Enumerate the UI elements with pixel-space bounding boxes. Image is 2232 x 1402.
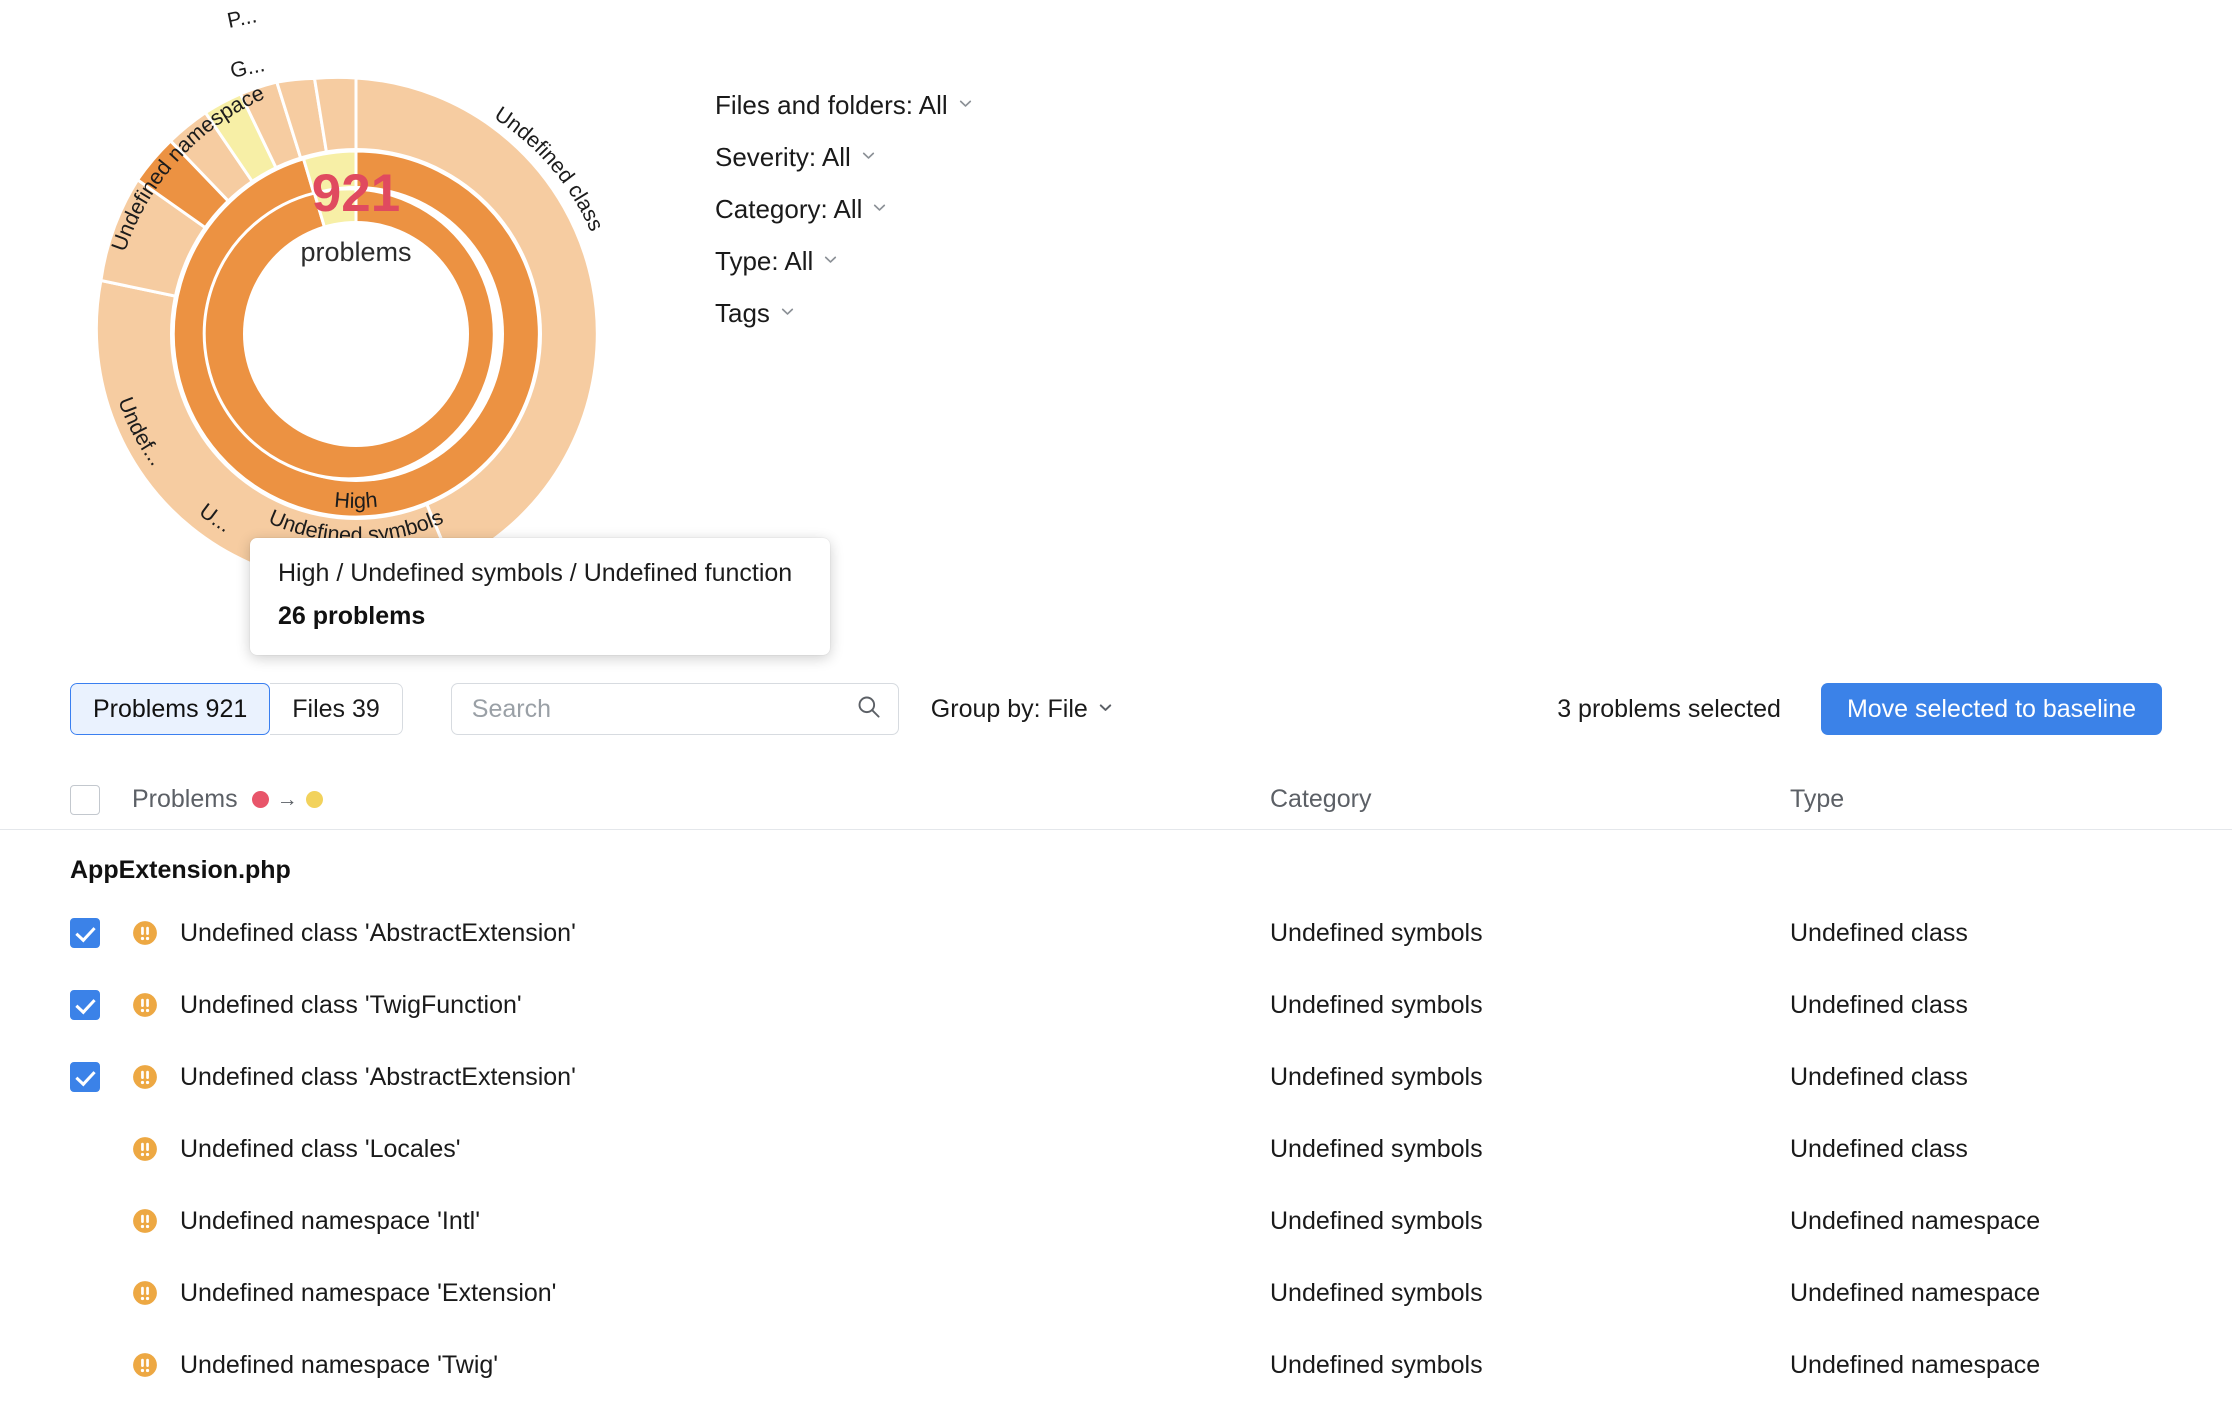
tab-files[interactable]: Files 39 — [270, 683, 403, 735]
results-toolbar: Problems 921 Files 39 Group by: File 3 p… — [0, 676, 2232, 742]
ring-label-phpdoc: P... — [225, 3, 259, 33]
chevron-down-icon — [822, 251, 839, 268]
search-input[interactable] — [470, 694, 855, 725]
row-checkbox-placeholder[interactable] — [70, 1206, 100, 1236]
problem-category: Undefined symbols — [1270, 1063, 1483, 1091]
filter-tags[interactable]: Tags — [715, 298, 796, 329]
problems-table: Problems → Category Type AppExtension.ph… — [0, 770, 2232, 1401]
chevron-down-icon — [1097, 699, 1114, 716]
problem-title: Undefined namespace 'Twig' — [180, 1351, 498, 1380]
chart-tooltip: High / Undefined symbols / Undefined fun… — [250, 538, 830, 655]
ring-label-high: High — [334, 488, 379, 513]
filter-severity[interactable]: Severity: All — [715, 142, 877, 173]
search-icon[interactable] — [855, 693, 882, 725]
filter-files-and-folders[interactable]: Files and folders: All — [715, 90, 974, 121]
table-body: AppExtension.phpUndefined class 'Abstrac… — [0, 830, 2232, 1401]
warning-icon — [132, 1208, 158, 1234]
problem-title: Undefined namespace 'Extension' — [180, 1279, 556, 1308]
column-header-problems: Problems — [132, 785, 238, 814]
group-header-file[interactable]: AppExtension.php — [0, 830, 2232, 897]
problem-title: Undefined class 'AbstractExtension' — [180, 1063, 576, 1092]
filter-files-and-folders-label: Files and folders: All — [715, 90, 948, 121]
problem-category: Undefined symbols — [1270, 919, 1483, 947]
warning-icon — [132, 1280, 158, 1306]
table-row[interactable]: Undefined namespace 'Intl' Undefined symb… — [0, 1185, 2232, 1257]
problem-type: Undefined class — [1790, 991, 1968, 1019]
problem-title: Undefined class 'TwigFunction' — [180, 991, 522, 1020]
problem-category: Undefined symbols — [1270, 1279, 1483, 1307]
chart-center-label: problems — [300, 237, 411, 267]
problem-type: Undefined class — [1790, 919, 1968, 947]
filter-category-label: Category: All — [715, 194, 862, 225]
tooltip-count: 26 problems — [278, 602, 802, 631]
arrow-right-icon: → — [277, 789, 298, 810]
problem-title: Undefined namespace 'Intl' — [180, 1207, 480, 1236]
move-selected-to-baseline-button[interactable]: Move selected to baseline — [1821, 683, 2162, 735]
table-header-row: Problems → Category Type — [0, 770, 2232, 830]
warning-icon — [132, 920, 158, 946]
problem-type: Undefined class — [1790, 1135, 1968, 1163]
column-header-type: Type — [1790, 785, 1844, 813]
table-row[interactable]: Undefined namespace 'Twig' Undefined symb… — [0, 1329, 2232, 1401]
table-row[interactable]: Undefined class 'AbstractExtension' Undef… — [0, 1041, 2232, 1113]
group-by-dropdown[interactable]: Group by: File — [931, 695, 1114, 724]
table-row[interactable]: Undefined namespace 'Extension' Undefined… — [0, 1257, 2232, 1329]
filter-type-label: Type: All — [715, 246, 813, 277]
row-checkbox-placeholder[interactable] — [70, 1350, 100, 1380]
row-checkbox-placeholder[interactable] — [70, 1278, 100, 1308]
row-checkbox[interactable] — [70, 918, 100, 948]
severity-low-dot-icon — [306, 791, 323, 808]
select-all-checkbox[interactable] — [70, 785, 100, 815]
problem-category: Undefined symbols — [1270, 1351, 1483, 1379]
tab-problems[interactable]: Problems 921 — [70, 683, 270, 735]
filter-panel: Files and folders: All Severity: All Cat… — [715, 90, 974, 329]
filter-severity-label: Severity: All — [715, 142, 851, 173]
filter-type[interactable]: Type: All — [715, 246, 839, 277]
chevron-down-icon — [957, 95, 974, 112]
table-row[interactable]: Undefined class 'TwigFunction' Undefined … — [0, 969, 2232, 1041]
severity-high-dot-icon — [252, 791, 269, 808]
warning-icon — [132, 1064, 158, 1090]
problem-category: Undefined symbols — [1270, 991, 1483, 1019]
problem-type: Undefined class — [1790, 1063, 1968, 1091]
table-row[interactable]: Undefined class 'AbstractExtension' Undef… — [0, 897, 2232, 969]
row-checkbox[interactable] — [70, 1062, 100, 1092]
row-checkbox-placeholder[interactable] — [70, 1134, 100, 1164]
chart-and-filters-area: High Undefined symbols Undefined class U… — [0, 0, 2232, 660]
chevron-down-icon — [779, 303, 796, 320]
tooltip-path: High / Undefined symbols / Undefined fun… — [278, 559, 802, 588]
warning-icon — [132, 1136, 158, 1162]
problem-category: Undefined symbols — [1270, 1135, 1483, 1163]
problem-title: Undefined class 'Locales' — [180, 1135, 461, 1164]
warning-icon — [132, 1352, 158, 1378]
problem-type: Undefined namespace — [1790, 1207, 2040, 1235]
view-tabs: Problems 921 Files 39 — [70, 683, 403, 735]
row-checkbox[interactable] — [70, 990, 100, 1020]
search-box[interactable] — [451, 683, 899, 735]
group-by-label: Group by: File — [931, 695, 1088, 724]
filter-category[interactable]: Category: All — [715, 194, 888, 225]
problem-category: Undefined symbols — [1270, 1207, 1483, 1235]
problem-title: Undefined class 'AbstractExtension' — [180, 919, 576, 948]
selected-count-label: 3 problems selected — [1557, 695, 1781, 724]
chart-center-value: 921 — [312, 164, 400, 223]
warning-icon — [132, 992, 158, 1018]
filter-tags-label: Tags — [715, 298, 770, 329]
chevron-down-icon — [860, 147, 877, 164]
problem-type: Undefined namespace — [1790, 1279, 2040, 1307]
column-header-category: Category — [1270, 785, 1371, 813]
ring-label-general: G... — [228, 52, 267, 83]
chevron-down-icon — [871, 199, 888, 216]
sunburst-chart[interactable]: High Undefined symbols Undefined class U… — [62, 0, 652, 580]
table-row[interactable]: Undefined class 'Locales' Undefined symbo… — [0, 1113, 2232, 1185]
problem-type: Undefined namespace — [1790, 1351, 2040, 1379]
severity-sort-indicator[interactable]: → — [252, 789, 323, 810]
